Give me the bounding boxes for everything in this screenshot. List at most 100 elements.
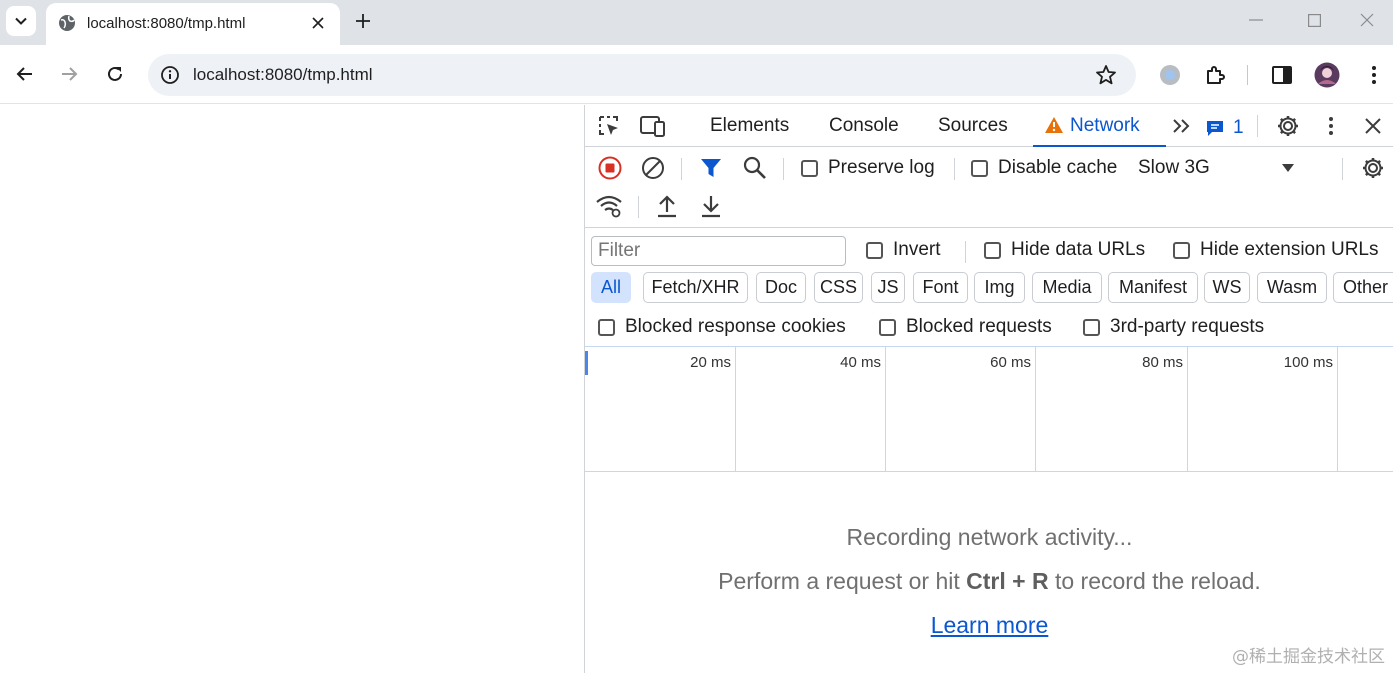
record-stop-icon[interactable]: [596, 154, 624, 182]
minimize-icon: [1249, 19, 1263, 21]
checkbox-box[interactable]: [984, 241, 1001, 259]
checkbox-box[interactable]: [971, 159, 988, 177]
tab-title: localhost:8080/tmp.html: [87, 15, 246, 32]
blocked-response-cookies-checkbox[interactable]: Blocked response cookies: [598, 316, 846, 338]
network-conditions-wifi-icon[interactable]: [595, 192, 623, 220]
preserve-log-label: Preserve log: [828, 157, 935, 178]
message-icon: [1205, 119, 1225, 137]
extension-badge-icon[interactable]: [1157, 62, 1183, 88]
dropdown-arrow-icon: [1281, 163, 1295, 173]
third-party-requests-label: 3rd-party requests: [1110, 316, 1265, 337]
type-filter-css[interactable]: CSS: [814, 272, 863, 303]
learn-more-link[interactable]: Learn more: [931, 612, 1049, 638]
bookmark-star-icon[interactable]: [1095, 64, 1117, 86]
invert-label: Invert: [893, 239, 941, 260]
extensions-puzzle-icon[interactable]: [1202, 62, 1228, 88]
site-info-icon[interactable]: [160, 65, 180, 85]
blocked-requests-checkbox[interactable]: Blocked requests: [879, 316, 1052, 338]
devtools-close-icon[interactable]: [1359, 112, 1387, 140]
tick-label: 40 ms: [840, 354, 881, 371]
empty-state: Recording network activity... Perform a …: [585, 515, 1393, 647]
tab-network[interactable]: Network: [1033, 105, 1166, 147]
type-filter-manifest[interactable]: Manifest: [1108, 272, 1198, 303]
side-panel-icon[interactable]: [1269, 62, 1295, 88]
filter-input[interactable]: [591, 236, 846, 266]
toolbar-divider: [1342, 158, 1343, 180]
checkbox-box[interactable]: [866, 241, 883, 259]
more-filters-row: Blocked response cookies Blocked request…: [585, 309, 1393, 345]
checkbox-box[interactable]: [1173, 241, 1190, 259]
new-tab-button[interactable]: [349, 7, 377, 35]
type-filter-wasm[interactable]: Wasm: [1257, 272, 1327, 303]
network-settings-gear-icon[interactable]: [1359, 154, 1387, 182]
hide-data-urls-checkbox[interactable]: Hide data URLs: [984, 239, 1145, 261]
close-icon: [1360, 13, 1374, 27]
throttling-select[interactable]: Slow 3G: [1138, 157, 1308, 181]
checkbox-box[interactable]: [879, 318, 896, 336]
checkbox-box[interactable]: [1083, 318, 1100, 336]
type-filter-media[interactable]: Media: [1032, 272, 1102, 303]
more-menu-icon[interactable]: [1361, 62, 1387, 88]
tab-elements[interactable]: Elements: [710, 105, 789, 147]
url-text[interactable]: localhost:8080/tmp.html: [193, 65, 373, 85]
tab-search-button[interactable]: [6, 6, 36, 36]
hide-extension-urls-checkbox[interactable]: Hide extension URLs: [1173, 239, 1378, 261]
preserve-log-checkbox[interactable]: Preserve log: [801, 157, 935, 179]
profile-avatar[interactable]: [1314, 62, 1340, 88]
type-filter-doc[interactable]: Doc: [756, 272, 806, 303]
type-filter-js[interactable]: JS: [871, 272, 905, 303]
tab-sources[interactable]: Sources: [938, 105, 1008, 147]
blocked-requests-label: Blocked requests: [906, 316, 1052, 337]
arrow-left-icon: [16, 65, 34, 83]
import-har-upload-icon[interactable]: [653, 192, 681, 220]
minimize-button[interactable]: [1228, 0, 1284, 40]
reload-icon: [106, 65, 124, 83]
inspect-element-icon[interactable]: [595, 112, 623, 140]
type-filter-font[interactable]: Font: [913, 272, 968, 303]
more-tabs-chevron-icon[interactable]: [1168, 112, 1196, 140]
tabbar-divider: [1257, 115, 1258, 137]
checkbox-box[interactable]: [598, 318, 615, 336]
reload-button[interactable]: [101, 60, 129, 88]
filter-bar: Invert Hide data URLs Hide extension URL…: [585, 229, 1393, 271]
tab-close-icon[interactable]: [308, 13, 328, 33]
filter-funnel-icon[interactable]: [697, 154, 725, 182]
issues-counter[interactable]: 1: [1205, 117, 1244, 139]
search-icon[interactable]: [741, 154, 769, 182]
window-close-button[interactable]: [1339, 0, 1393, 40]
timeline-tick: 100 ms: [1188, 347, 1338, 471]
issues-count: 1: [1233, 117, 1244, 138]
third-party-requests-checkbox[interactable]: 3rd-party requests: [1083, 316, 1264, 338]
network-toolbar-secondary: [585, 188, 1393, 228]
arrow-right-icon: [60, 65, 78, 83]
maximize-icon: [1307, 13, 1321, 27]
export-har-download-icon[interactable]: [697, 192, 725, 220]
back-button[interactable]: [11, 60, 39, 88]
type-filter-fetch-xhr[interactable]: Fetch/XHR: [643, 272, 748, 303]
type-filter-img[interactable]: Img: [974, 272, 1025, 303]
settings-gear-icon[interactable]: [1274, 112, 1302, 140]
network-overview-timeline[interactable]: 20 ms 40 ms 60 ms 80 ms 100 ms: [585, 346, 1393, 472]
watermark: @稀土掘金技术社区: [1232, 647, 1385, 667]
hide-extension-urls-label: Hide extension URLs: [1200, 239, 1379, 260]
tab-network-label: Network: [1070, 115, 1140, 136]
device-toolbar-icon[interactable]: [639, 112, 667, 140]
checkbox-box[interactable]: [801, 159, 818, 177]
type-filter-other[interactable]: Other: [1333, 272, 1393, 303]
tab-console[interactable]: Console: [829, 105, 899, 147]
invert-checkbox[interactable]: Invert: [866, 239, 941, 261]
type-filter-ws[interactable]: WS: [1204, 272, 1250, 303]
browser-tab-active[interactable]: localhost:8080/tmp.html: [46, 3, 340, 45]
disable-cache-checkbox[interactable]: Disable cache: [971, 157, 1117, 179]
maximize-button[interactable]: [1286, 0, 1342, 40]
toolbar-divider: [783, 158, 784, 180]
devtools-menu-icon[interactable]: [1317, 112, 1345, 140]
address-bar[interactable]: localhost:8080/tmp.html: [148, 54, 1136, 96]
clear-icon[interactable]: [639, 154, 667, 182]
blocked-response-cookies-label: Blocked response cookies: [625, 316, 846, 337]
tick-label: 100 ms: [1283, 354, 1333, 371]
network-toolbar: Preserve log Disable cache Slow 3G: [585, 148, 1393, 188]
forward-button[interactable]: [55, 60, 83, 88]
type-filter-all[interactable]: All: [591, 272, 631, 303]
devtools-tab-bar: Elements Console Sources Network 1: [585, 105, 1393, 147]
